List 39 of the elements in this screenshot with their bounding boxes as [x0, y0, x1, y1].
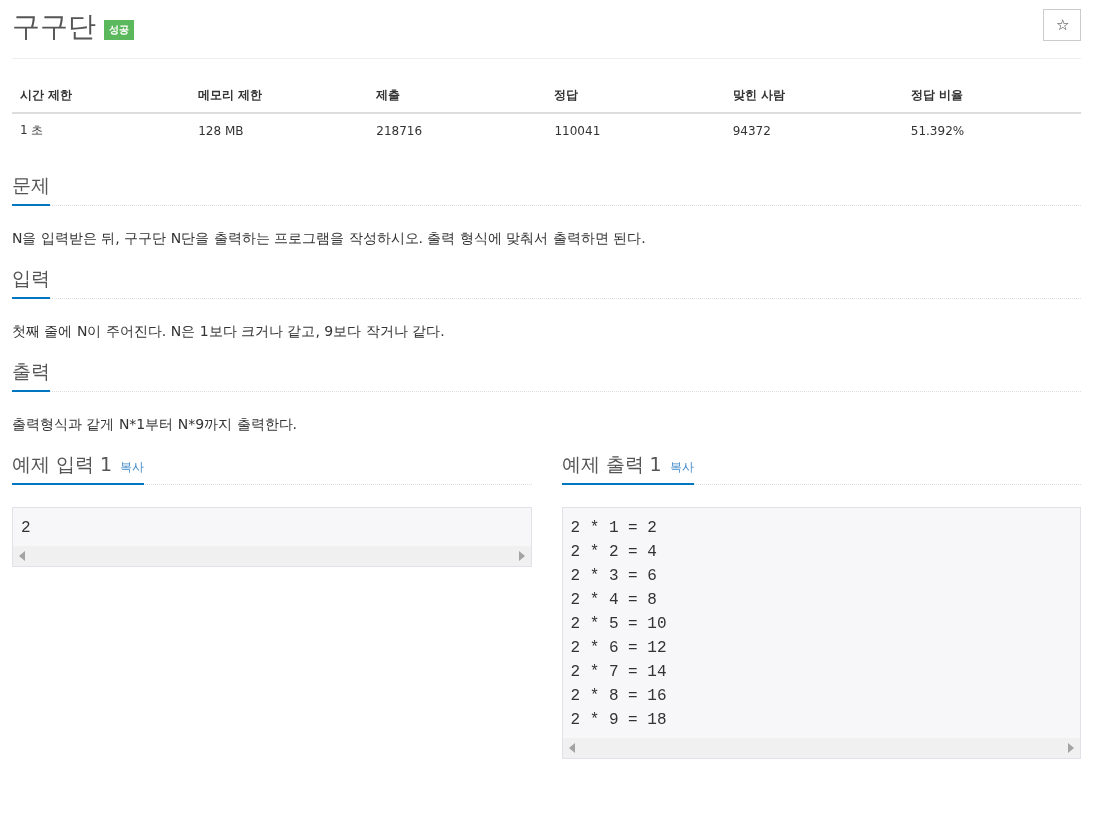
code-line: 2: [21, 518, 32, 539]
table-cell: 94372: [724, 113, 903, 147]
page-title: 구구단: [12, 10, 96, 44]
column-header: 메모리 제한: [190, 79, 369, 113]
section-heading: 출력: [12, 359, 50, 384]
column-header: 정답 비율: [902, 79, 1081, 113]
table-cell: 51.392%: [902, 113, 1081, 147]
section-text: N을 입력받은 뒤, 구구단 N단을 출력하는 프로그램을 작성하시오. 출력 형식에 맞춰서 출력하면 된다.: [12, 230, 647, 248]
code-line: 2 * 5 = 10: [570, 614, 668, 635]
table-cell: 218716: [368, 113, 547, 147]
table-cell: 110041: [546, 113, 725, 147]
section-heading: 문제: [12, 173, 50, 198]
section-text: 첫째 줄에 N이 주어진다. N은 1보다 크거나 같고, 9보다 작거나 같다.: [12, 323, 446, 341]
section-heading: 입력: [12, 266, 50, 291]
table-cell: 128 MB: [190, 113, 369, 147]
code-line: 2 * 6 = 12: [570, 638, 668, 659]
scroll-left-icon[interactable]: [568, 743, 575, 753]
star-button[interactable]: ☆: [1043, 9, 1081, 41]
column-header: 시간 제한: [12, 79, 191, 113]
section-heading: 예제 입력 1: [12, 452, 113, 477]
scroll-right-icon[interactable]: [1068, 743, 1074, 753]
section-text: 출력형식과 같게 N*1부터 N*9까지 출력한다.: [12, 416, 298, 434]
code-line: 2 * 8 = 16: [570, 686, 668, 707]
section-heading: 예제 출력 1: [561, 452, 662, 477]
column-header: 정답: [546, 79, 725, 113]
status-badge: 성공: [104, 20, 134, 40]
code-line: 2 * 1 = 2: [570, 518, 658, 539]
scroll-right-icon[interactable]: [518, 551, 525, 561]
scroll-left-icon[interactable]: [19, 551, 25, 561]
column-header: 제출: [368, 79, 547, 113]
code-line: 2 * 7 = 14: [570, 662, 668, 683]
code-line: 2 * 3 = 6: [570, 566, 658, 587]
code-line: 2 * 9 = 18: [570, 710, 668, 731]
code-line: 2 * 4 = 8: [570, 590, 658, 611]
copy-link[interactable]: 복사: [669, 459, 694, 476]
column-header: 맞힌 사람: [724, 79, 903, 113]
code-line: 2 * 2 = 4: [570, 542, 658, 563]
copy-link[interactable]: 복사: [120, 459, 145, 476]
table-cell: 1 초: [12, 113, 191, 147]
